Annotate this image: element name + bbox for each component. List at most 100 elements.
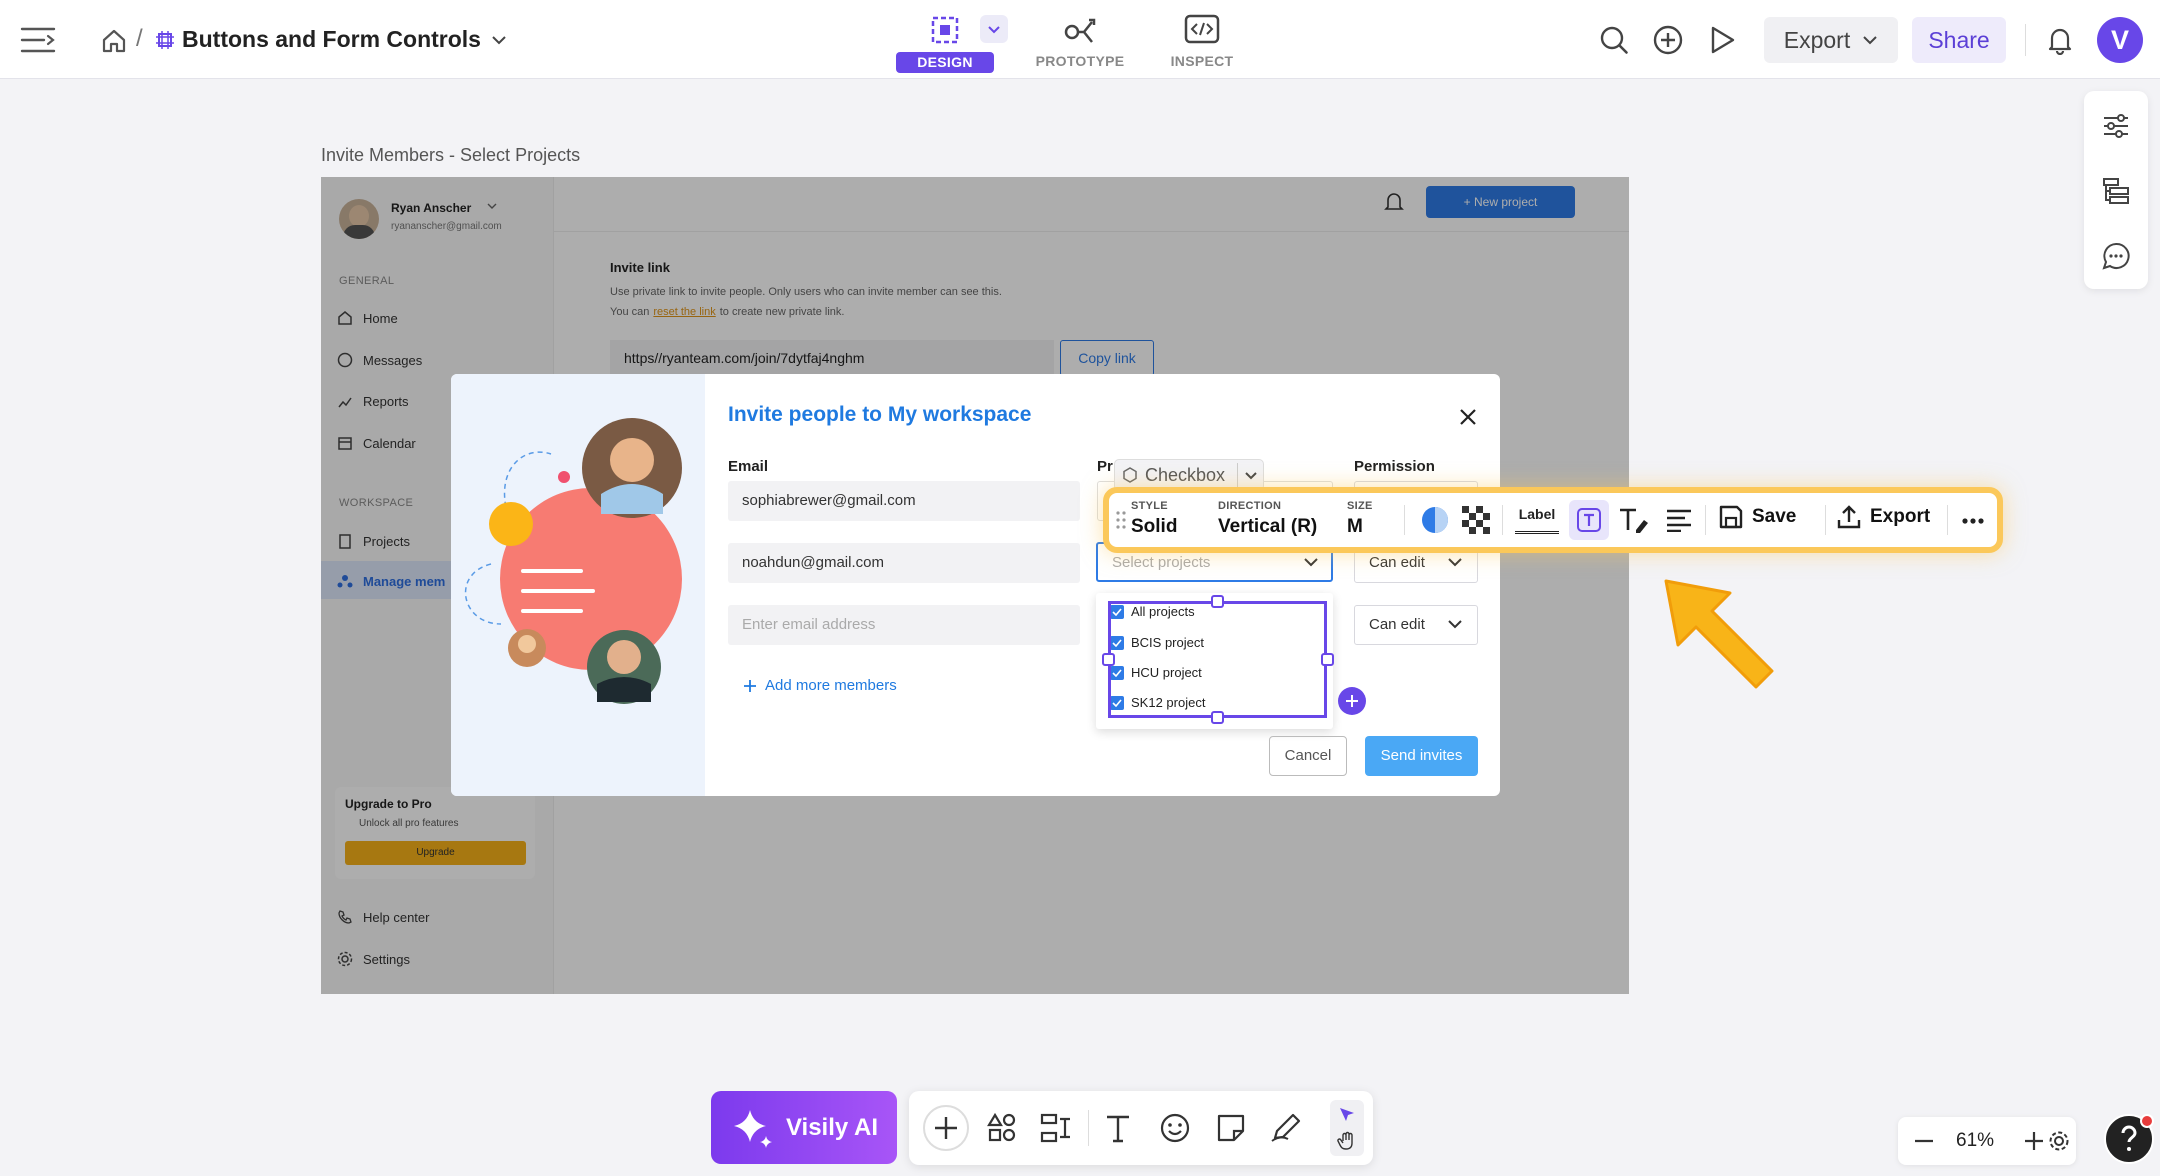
shapes-icon[interactable] [982,1108,1022,1148]
home-icon[interactable] [94,21,134,61]
layers-icon[interactable] [2096,171,2136,211]
email-field[interactable]: sophiabrewer@gmail.com [728,481,1080,521]
modal-title: Invite people to My workspace [728,403,1032,426]
resize-handle[interactable] [1211,711,1224,724]
email-label: Email [728,458,769,475]
more-icon[interactable] [1962,518,1984,524]
tab-inspect[interactable]: INSPECT [1142,10,1262,74]
component-toolbar: STYLE Solid DIRECTION Vertical (R) SIZE … [1103,487,2003,553]
design-dropdown-button[interactable] [980,15,1008,43]
play-icon[interactable] [1702,20,1742,60]
plus-icon [1346,695,1358,707]
zoom-controls: 61% [1898,1117,2076,1165]
visily-ai-button[interactable]: Visily AI [711,1091,897,1164]
divider [1404,505,1405,535]
send-invites-button[interactable]: Send invites [1365,736,1478,776]
add-icon[interactable] [923,1105,969,1151]
cursor-icon [1340,1108,1354,1121]
illustration [464,418,682,704]
chevron-down-icon [492,35,506,44]
add-element-button[interactable] [1338,687,1366,715]
help-button[interactable] [2104,1114,2154,1164]
export-component-button[interactable]: Export [1836,504,1930,530]
email-field-empty[interactable]: Enter email address [728,605,1080,645]
tab-inspect-label: INSPECT [1170,53,1234,69]
comment-icon[interactable] [2096,236,2136,276]
label-toggle-button[interactable]: Label [1515,506,1559,534]
tab-prototype[interactable]: PROTOTYPE [1020,10,1140,74]
search-icon[interactable] [1594,20,1634,60]
frame-title[interactable]: Invite Members - Select Projects [321,145,580,166]
pointer-tool-group[interactable] [1330,1100,1364,1156]
save-icon [1719,505,1743,529]
style-value: Solid [1131,516,1178,537]
divider [1502,505,1503,535]
right-side-panel [2084,91,2148,289]
chevron-down-icon [988,25,1000,33]
text-tool-icon[interactable] [1098,1108,1138,1148]
email-field[interactable]: noahdun@gmail.com [728,543,1080,583]
text-style-icon[interactable] [1614,500,1654,540]
avatar[interactable]: V [2097,17,2143,63]
permission-select[interactable]: Can edit [1354,605,1478,645]
bell-icon[interactable] [2040,20,2080,60]
document-title[interactable]: Buttons and Form Controls [182,26,507,53]
select-placeholder: Select projects [1112,554,1211,571]
divider [1088,1110,1089,1146]
permission-value: Can edit [1369,616,1425,633]
style-dropdown[interactable]: STYLE Solid [1131,493,1199,547]
divider [2025,24,2026,56]
plus-icon [744,679,756,692]
direction-value: Vertical (R) [1218,516,1318,537]
direction-dropdown[interactable]: DIRECTION Vertical (R) [1218,493,1338,547]
invite-modal: Invite people to My workspace Email Pr P… [451,374,1500,796]
export-label: Export [1783,26,1851,53]
share-label: Share [1928,26,1990,53]
style-label: STYLE [1131,500,1168,512]
zoom-level[interactable]: 61% [1956,1130,1994,1152]
zoom-out-icon[interactable] [1904,1121,1944,1161]
hand-icon [1337,1131,1353,1150]
sticky-note-icon[interactable] [1211,1108,1251,1148]
chevron-down-icon [1863,36,1877,45]
drag-handle-icon[interactable] [1116,510,1126,530]
resize-handle[interactable] [1321,653,1334,666]
projects-label: Pr [1097,458,1113,475]
cancel-button[interactable]: Cancel [1269,736,1347,776]
pointer-arrow-icon [1660,575,1780,695]
permission-label: Permission [1354,458,1435,475]
document-title-text: Buttons and Form Controls [182,26,481,52]
menu-icon[interactable] [18,20,58,60]
add-more-members-link[interactable]: Add more members [743,677,897,694]
avatar-letter: V [2110,24,2129,55]
resize-handle[interactable] [1211,595,1224,608]
export-button[interactable]: Export [1764,17,1898,63]
top-bar: / Buttons and Form Controls DESIGN PROTO… [0,0,2160,79]
emoji-icon[interactable] [1155,1108,1195,1148]
color-fill-icon[interactable] [1415,500,1455,540]
opacity-icon[interactable] [1456,500,1496,540]
export-label: Export [1870,506,1931,527]
selection-box[interactable] [1108,601,1327,718]
tab-design-label: DESIGN [896,52,994,73]
components-icon[interactable] [1037,1108,1077,1148]
add-circle-icon[interactable] [1648,20,1688,60]
bottom-toolbar [909,1091,1373,1165]
chevron-down-icon [1448,620,1462,629]
text-frame-icon[interactable] [1569,500,1609,540]
component-tag-label: Checkbox [1145,464,1226,485]
save-component-button[interactable]: Save [1718,504,1796,530]
resize-handle[interactable] [1102,653,1115,666]
size-label: SIZE [1347,500,1373,512]
prototype-icon [1064,18,1096,43]
align-left-icon[interactable] [1659,500,1699,540]
sparkle-icon [733,1109,772,1148]
share-button[interactable]: Share [1912,17,2006,63]
size-dropdown[interactable]: SIZE M [1347,493,1389,547]
close-icon[interactable] [1458,407,1478,427]
sliders-icon[interactable] [2096,106,2136,146]
direction-label: DIRECTION [1218,500,1282,512]
settings-gear-icon[interactable] [2044,1121,2074,1161]
pen-icon[interactable] [1266,1108,1306,1148]
breadcrumb-separator: / [136,25,143,52]
